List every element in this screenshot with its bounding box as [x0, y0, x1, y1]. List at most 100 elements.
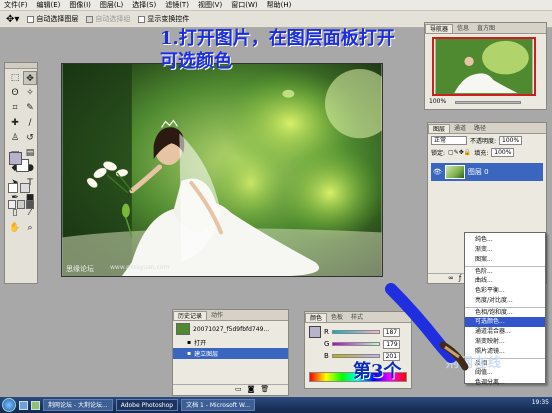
- clone-stamp-tool-icon[interactable]: ♙: [8, 131, 22, 145]
- marquee-tool-icon[interactable]: ⬚: [8, 71, 22, 85]
- taskbar-word[interactable]: 文档 1 - Microsoft W...: [181, 399, 256, 411]
- quicklaunch-desktop-icon[interactable]: [31, 400, 40, 410]
- menu-item-color-balance[interactable]: 色彩平衡...: [465, 286, 545, 296]
- tab-channels[interactable]: 通道: [450, 124, 470, 133]
- menu-help[interactable]: 帮助(H): [267, 0, 292, 10]
- blend-opacity-row: 正常 不透明度: 100%: [428, 134, 546, 146]
- show-transform-option[interactable]: 显示变换控件: [138, 14, 189, 24]
- snapshot-thumbnail: [176, 323, 190, 335]
- start-button[interactable]: [2, 398, 16, 412]
- gradient-tool-icon[interactable]: ▤: [23, 146, 37, 160]
- new-document-icon[interactable]: ▭: [235, 385, 242, 395]
- history-item-open[interactable]: ▪ 打开: [173, 337, 288, 348]
- menu-image[interactable]: 图像(I): [69, 0, 91, 10]
- tab-history[interactable]: 历史记录: [173, 311, 208, 320]
- tab-histogram[interactable]: 直方图: [473, 24, 499, 33]
- menu-item-solid-color[interactable]: 纯色...: [465, 235, 545, 245]
- lock-icons[interactable]: ▢✎✥🔒: [448, 149, 471, 156]
- opacity-input[interactable]: 100%: [499, 135, 523, 145]
- history-snapshot[interactable]: 20071027_f5d9fbfd749...: [173, 321, 288, 337]
- auto-select-layer-option[interactable]: 自动选择图层: [27, 14, 78, 24]
- history-step-icon: ▪: [187, 350, 192, 357]
- layer-name[interactable]: 图层 0: [468, 167, 489, 177]
- taskbar-photoshop[interactable]: Adobe Photoshop: [115, 399, 179, 411]
- move-tool-icon[interactable]: ✥: [23, 71, 37, 85]
- menu-item-gradient-map[interactable]: 渐变映射...: [465, 337, 545, 347]
- tab-actions[interactable]: 动作: [207, 311, 227, 320]
- menu-item-curves[interactable]: 曲线...: [465, 276, 545, 286]
- hand-tool-icon[interactable]: ✋: [8, 221, 22, 235]
- layer-thumbnail: [444, 165, 465, 179]
- auto-select-group-checkbox[interactable]: [86, 15, 94, 23]
- lock-fill-row: 锁定: ▢✎✥🔒 填充: 100%: [428, 146, 546, 158]
- eye-icon[interactable]: 👁: [433, 168, 442, 176]
- history-brush-tool-icon[interactable]: ↺: [23, 131, 37, 145]
- menu-select[interactable]: 选择(S): [132, 0, 156, 10]
- tab-swatches[interactable]: 色板: [327, 313, 347, 322]
- history-trash-icon[interactable]: 🗑: [260, 385, 269, 395]
- tab-color[interactable]: 颜色: [305, 313, 328, 322]
- menu-file[interactable]: 文件(F): [4, 0, 28, 10]
- layer-row[interactable]: 👁 图层 0: [431, 163, 543, 181]
- tab-info[interactable]: 信息: [453, 24, 473, 33]
- layer-style-icon[interactable]: ƒ: [459, 274, 461, 283]
- r-slider[interactable]: [331, 330, 380, 334]
- menu-bar: 文件(F) 编辑(E) 图像(I) 图层(L) 选择(S) 滤镜(T) 视图(V…: [0, 0, 552, 11]
- menu-item-posterize[interactable]: 色调分离...: [465, 378, 545, 388]
- blend-mode-select[interactable]: 正常: [431, 135, 467, 145]
- screen-mode-buttons: [8, 200, 34, 212]
- slice-tool-icon[interactable]: ✎: [23, 101, 37, 115]
- quicklaunch-ie-icon[interactable]: [19, 400, 28, 410]
- navigator-zoom-slider[interactable]: [455, 101, 521, 104]
- lasso-tool-icon[interactable]: ʘ: [8, 86, 22, 100]
- navigator-preview[interactable]: [432, 37, 536, 96]
- tab-navigator[interactable]: 导航器: [425, 24, 454, 33]
- navigator-zoom-value[interactable]: 100%: [429, 98, 446, 105]
- zoom-tool-icon[interactable]: ⌕: [23, 221, 37, 235]
- menu-view[interactable]: 视图(V): [198, 0, 222, 10]
- menu-item-pattern[interactable]: 图案...: [465, 255, 545, 265]
- menu-filter[interactable]: 滤镜(T): [165, 0, 189, 10]
- menu-item-selective-color[interactable]: 可选颜色...: [465, 317, 545, 327]
- menu-item-brightness-contrast[interactable]: 亮度/对比度...: [465, 296, 545, 306]
- auto-select-group-option[interactable]: 自动选择组: [86, 14, 130, 24]
- menu-item-levels[interactable]: 色阶...: [465, 266, 545, 276]
- auto-select-layer-checkbox[interactable]: [27, 15, 35, 23]
- brush-tool-icon[interactable]: ∕: [23, 116, 37, 130]
- taskbar-forum[interactable]: 荆网论坛 - 大荆论坛...: [43, 399, 113, 411]
- quick-mask-icon[interactable]: [20, 183, 30, 193]
- screen-mode-full-icon[interactable]: [17, 200, 25, 209]
- fill-label: 填充:: [474, 149, 489, 157]
- menu-edit[interactable]: 编辑(E): [37, 0, 61, 10]
- history-panel: 历史记录 动作 20071027_f5d9fbfd749... ▪ 打开 ▪ 建立图…: [172, 309, 289, 396]
- standard-mode-icon[interactable]: [8, 183, 18, 193]
- history-item-new-layer[interactable]: ▪ 建立图层: [173, 348, 288, 359]
- healing-brush-tool-icon[interactable]: ✚: [8, 116, 22, 130]
- show-transform-checkbox[interactable]: [138, 15, 146, 23]
- fill-input[interactable]: 100%: [491, 147, 515, 157]
- menu-item-hue-saturation[interactable]: 色相/饱和度...: [465, 307, 545, 317]
- menu-item-gradient[interactable]: 渐变...: [465, 245, 545, 255]
- tab-styles[interactable]: 样式: [347, 313, 367, 322]
- g-slider[interactable]: [332, 342, 381, 346]
- tutorial-annotation: 1.打开图片，在图层面板打开 可选颜色: [160, 27, 460, 73]
- document-canvas[interactable]: [61, 63, 383, 277]
- navigator-tabs: 导航器 信息 直方图: [425, 23, 546, 34]
- move-tool-icon[interactable]: ✥▾: [6, 14, 19, 25]
- screen-mode-standard-icon[interactable]: [8, 200, 16, 209]
- snapshot-camera-icon[interactable]: ◙: [248, 385, 255, 395]
- screen-mode-black-icon[interactable]: [26, 200, 34, 209]
- color-fg-chip[interactable]: [309, 326, 321, 338]
- link-layers-icon[interactable]: ∞: [448, 274, 454, 283]
- magic-wand-tool-icon[interactable]: ✧: [23, 86, 37, 100]
- crop-tool-icon[interactable]: ⌗: [8, 101, 22, 115]
- menu-item-channel-mixer[interactable]: 通道混合器...: [465, 327, 545, 337]
- foreground-color-swatch[interactable]: [9, 152, 22, 165]
- menu-window[interactable]: 窗口(W): [231, 0, 257, 10]
- taskbar: 荆网论坛 - 大荆论坛... Adobe Photoshop 文档 1 - Mi…: [0, 397, 552, 413]
- mask-mode-buttons: [8, 183, 32, 195]
- tab-layers[interactable]: 图层: [428, 124, 451, 133]
- menu-layer[interactable]: 图层(L): [100, 0, 123, 10]
- annotation-line-2: 可选颜色: [160, 51, 232, 72]
- tab-paths[interactable]: 路径: [470, 124, 490, 133]
